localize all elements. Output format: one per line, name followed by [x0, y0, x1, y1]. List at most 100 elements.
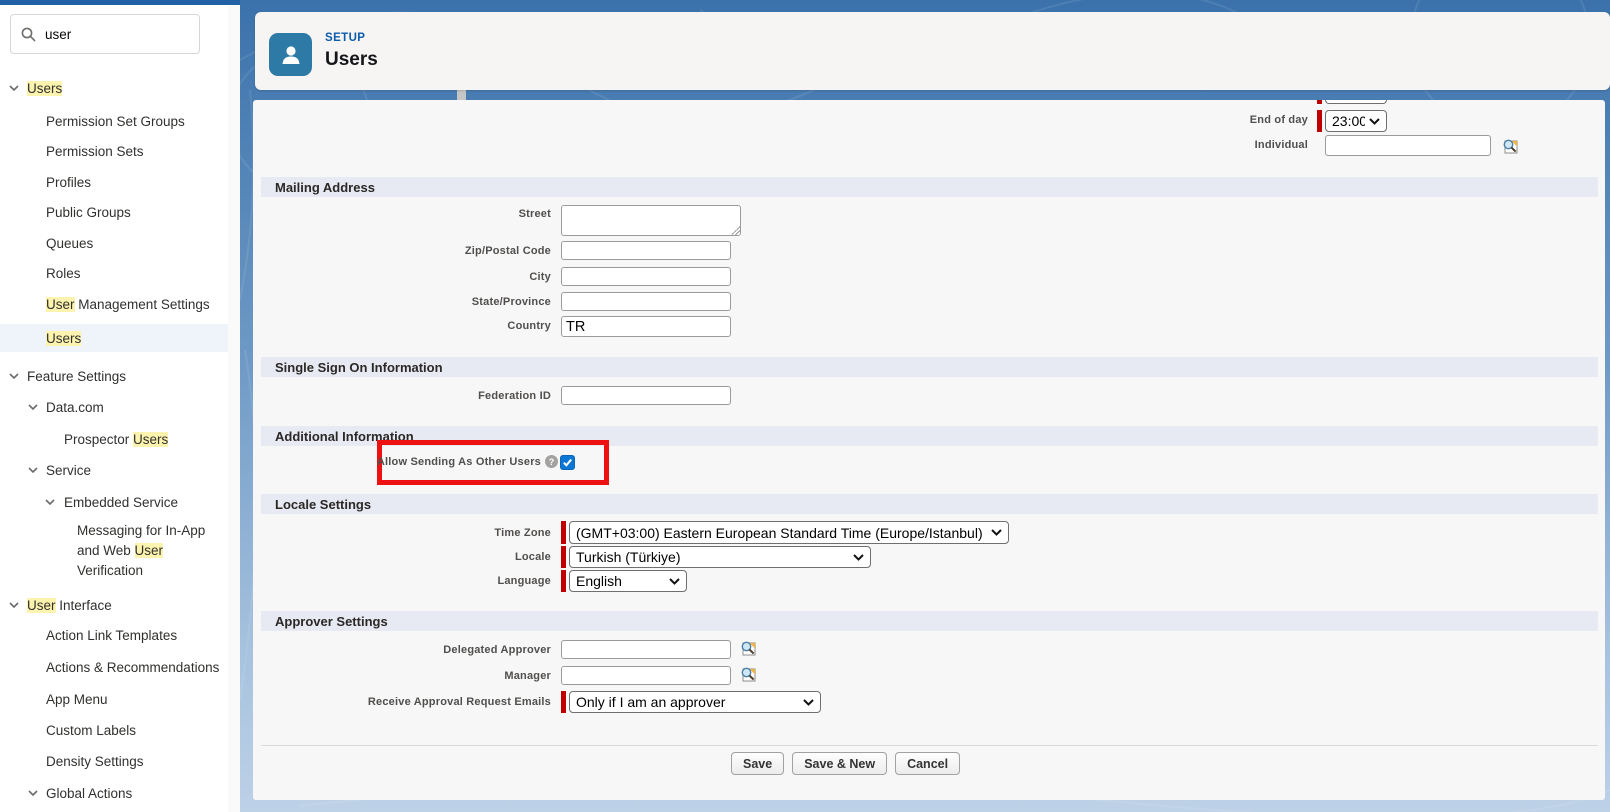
search-match-highlight: User — [27, 598, 56, 613]
setup-sidebar: Users Permission Set Groups Permission Set… — [0, 5, 228, 812]
language-select[interactable]: English — [569, 570, 687, 592]
save-button[interactable]: Save — [731, 752, 784, 775]
country-input[interactable] — [561, 316, 731, 337]
nav-label: Profiles — [46, 175, 91, 190]
search-icon — [21, 27, 36, 42]
nav-label-text: Prospector — [64, 432, 133, 447]
nav-label: Users — [46, 331, 81, 346]
federation-id-label: Federation ID — [261, 390, 551, 402]
sidebar-item-feature-settings[interactable]: Feature Settings — [0, 363, 228, 389]
delegated-approver-label: Delegated Approver — [261, 644, 551, 656]
street-textarea[interactable] — [561, 205, 741, 236]
end-of-day-select[interactable]: 23:00 — [1325, 110, 1387, 132]
nav-label-text: Permission Sets — [46, 144, 144, 159]
sidebar-item-roles[interactable]: Roles — [0, 260, 228, 286]
state-input[interactable] — [561, 292, 731, 311]
sidebar-item-user-management-settings[interactable]: User Management Settings — [0, 291, 228, 317]
person-icon — [278, 42, 304, 68]
chevron-down-icon[interactable] — [27, 401, 39, 413]
sidebar-item-service[interactable]: Service — [0, 457, 228, 483]
sidebar-item-public-groups[interactable]: Public Groups — [0, 199, 228, 225]
nav-label: App Menu — [46, 692, 108, 707]
nav-label: Service — [46, 463, 91, 478]
cancel-button[interactable]: Cancel — [895, 752, 960, 775]
sidebar-item-item[interactable]: Messaging for In-Appand Web UserVerifica… — [77, 521, 205, 581]
chevron-down-icon[interactable] — [8, 82, 20, 94]
sidebar-item-user-interface[interactable]: User Interface — [0, 592, 228, 618]
lookup-icon[interactable] — [739, 665, 757, 683]
nav-label: Public Groups — [46, 205, 131, 220]
state-label: State/Province — [261, 296, 551, 308]
nav-label-text: Service — [46, 463, 91, 478]
sidebar-item-prospector[interactable]: Prospector Users — [0, 426, 228, 452]
start-of-day-select-partial[interactable] — [1325, 100, 1387, 104]
nav-label-text: Feature Settings — [27, 369, 126, 384]
chevron-down-icon[interactable] — [44, 496, 56, 508]
end-of-day-value: 23:00 — [1332, 113, 1365, 129]
chevron-down-icon[interactable] — [27, 464, 39, 476]
sidebar-item-data-com[interactable]: Data.com — [0, 394, 228, 420]
language-label: Language — [261, 575, 551, 587]
sidebar-item-users[interactable]: Users — [0, 75, 228, 101]
nav-label-text: Custom Labels — [46, 723, 136, 738]
required-bar — [1317, 110, 1322, 132]
manager-label: Manager — [261, 670, 551, 682]
sidebar-item-custom-labels[interactable]: Custom Labels — [0, 717, 228, 743]
required-bar — [1317, 100, 1322, 104]
sidebar-item-action-link-templates[interactable]: Action Link Templates — [0, 622, 228, 648]
users-setup-icon — [269, 33, 312, 76]
sidebar-item-queues[interactable]: Queues — [0, 230, 228, 256]
sidebar-item-global-actions[interactable]: Global Actions — [0, 780, 228, 806]
allow-sending-label: Allow Sending As Other Users — [293, 456, 541, 468]
nav-label-text: Roles — [46, 266, 81, 281]
allow-sending-checkbox[interactable] — [560, 455, 575, 470]
form-button-row: Save Save & New Cancel — [731, 752, 960, 775]
individual-input[interactable] — [1325, 135, 1491, 156]
zip-input[interactable] — [561, 241, 731, 260]
sidebar-item-permission-sets[interactable]: Permission Sets — [0, 138, 228, 164]
time-zone-select[interactable]: (GMT+03:00) Eastern European Standard Ti… — [569, 521, 1009, 544]
sidebar-item-users[interactable]: Users — [0, 324, 228, 352]
sidebar-item-profiles[interactable]: Profiles — [0, 169, 228, 195]
chevron-down-icon[interactable] — [8, 370, 20, 382]
lookup-icon[interactable] — [739, 639, 757, 657]
sidebar-item-density-settings[interactable]: Density Settings — [0, 748, 228, 774]
chevron-down-icon[interactable] — [8, 599, 20, 611]
nav-label-text: Public Groups — [46, 205, 131, 220]
nav-label: Prospector Users — [64, 432, 168, 447]
sidebar-item-embedded-service[interactable]: Embedded Service — [0, 489, 228, 515]
sidebar-item-permission-set-groups[interactable]: Permission Set Groups — [0, 108, 228, 134]
manager-input[interactable] — [561, 666, 731, 685]
federation-id-input[interactable] — [561, 386, 731, 405]
locale-label: Locale — [261, 551, 551, 563]
lookup-icon[interactable] — [1501, 137, 1519, 155]
save-and-new-button[interactable]: Save & New — [792, 752, 887, 775]
required-bar — [561, 570, 566, 592]
receive-approval-value: Only if I am an approver — [576, 694, 799, 710]
nav-label: Density Settings — [46, 754, 144, 769]
sidebar-item-app-menu[interactable]: App Menu — [0, 686, 228, 712]
sidebar-item-actions-recommendations[interactable]: Actions & Recommendations — [0, 654, 228, 680]
chevron-down-icon — [1369, 118, 1380, 125]
city-input[interactable] — [561, 267, 731, 286]
nav-label-text: Permission Set Groups — [46, 114, 185, 129]
receive-approval-select[interactable]: Only if I am an approver — [569, 691, 821, 713]
chevron-down-icon — [803, 699, 814, 706]
nav-label-text: Actions & Recommendations — [46, 660, 219, 675]
setup-eyebrow-label: SETUP — [325, 32, 365, 44]
setup-page-header: SETUP Users — [255, 12, 1610, 90]
chevron-down-icon[interactable] — [27, 787, 39, 799]
nav-label: Data.com — [46, 400, 104, 415]
delegated-approver-input[interactable] — [561, 640, 731, 659]
nav-label: Users — [27, 81, 62, 96]
individual-label: Individual — [1108, 139, 1308, 151]
sidebar-scrollbar-track[interactable] — [228, 5, 240, 812]
nav-label-line: Verification — [77, 561, 205, 581]
search-input[interactable] — [45, 27, 185, 42]
help-icon[interactable]: ? — [545, 455, 558, 468]
nav-label: Queues — [46, 236, 93, 251]
nav-label: Roles — [46, 266, 81, 281]
locale-select[interactable]: Turkish (Türkiye) — [569, 546, 871, 568]
nav-label: User Interface — [27, 598, 112, 613]
setup-search-box[interactable] — [10, 14, 200, 54]
